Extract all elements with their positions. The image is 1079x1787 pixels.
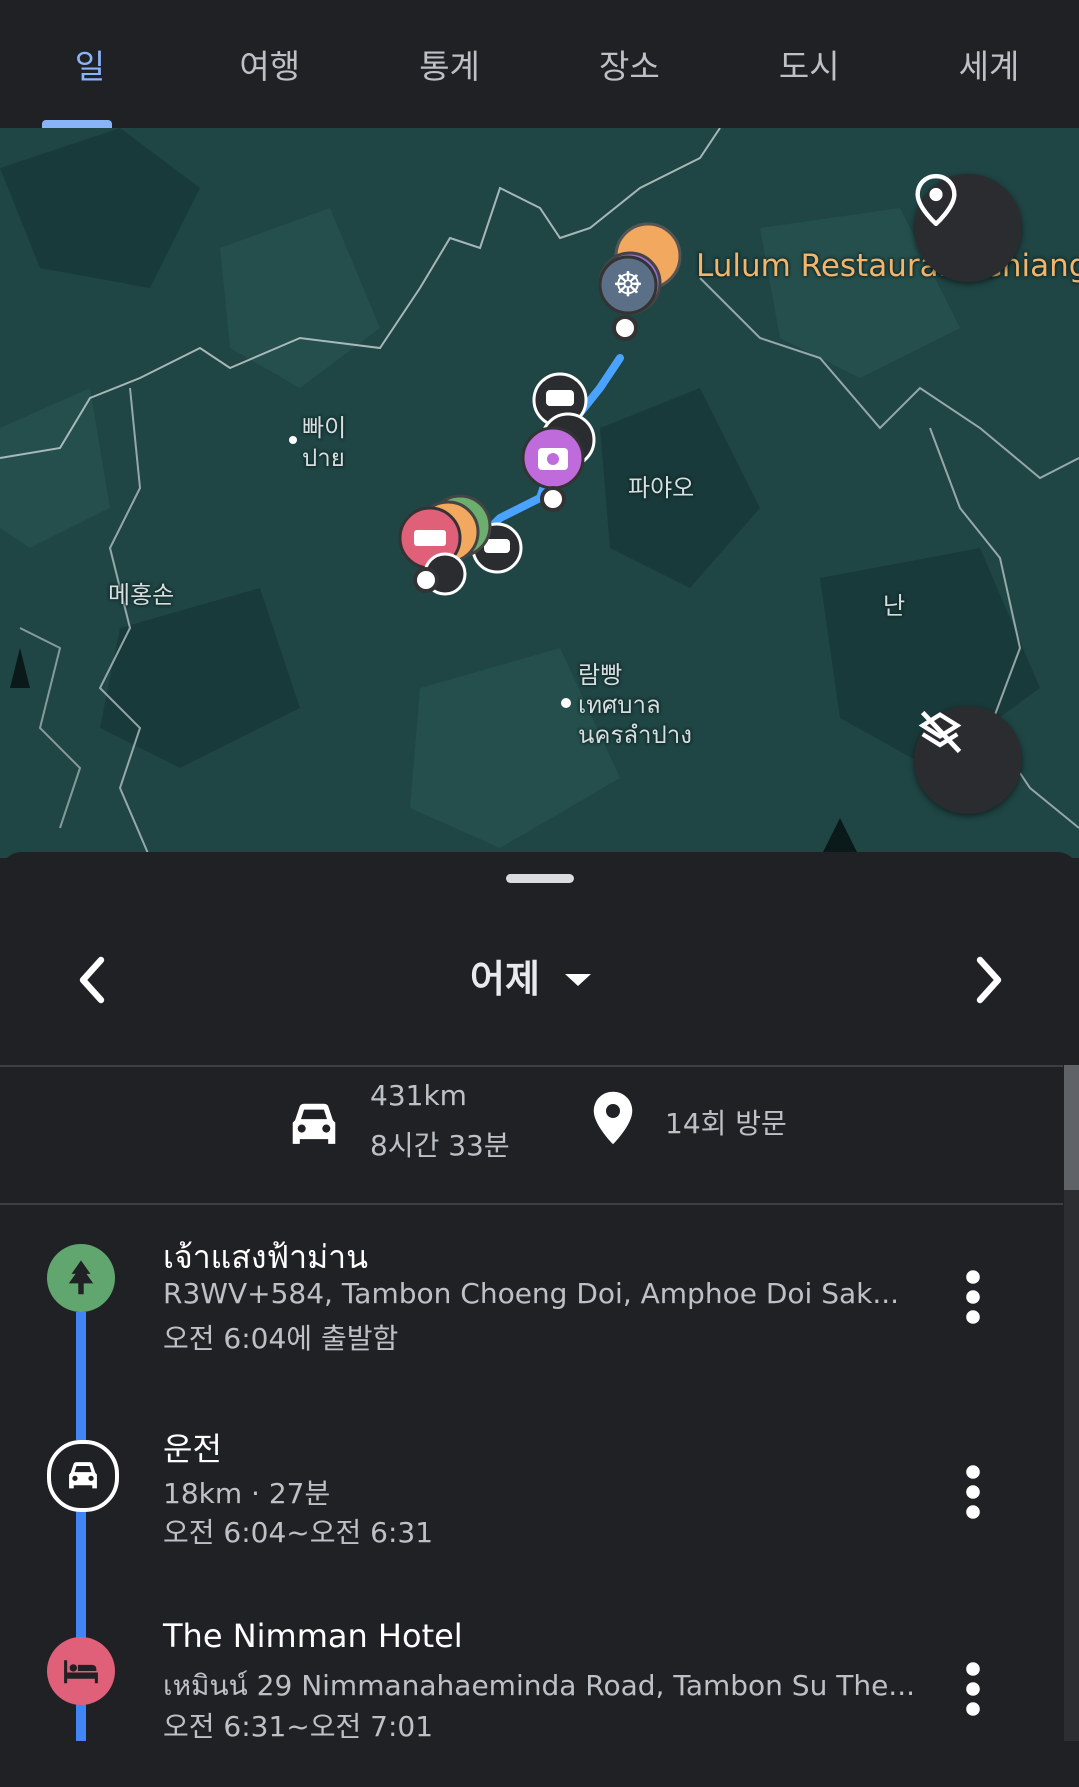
map-label-maehongson: 메홍손 <box>108 581 175 609</box>
poi-label-restaurant[interactable]: Lulum Restaurant Chiang <box>696 248 1079 284</box>
map-label-lampang-th1: เทศบาล <box>578 691 661 719</box>
tree-icon <box>68 1260 94 1295</box>
more-options-icon[interactable] <box>958 1659 988 1719</box>
entry-address: เหมินน์ 29 Nimmanahaeminda Road, Tambon … <box>163 1669 916 1702</box>
location-pin-icon <box>915 174 957 226</box>
map-view[interactable]: ☸ 빠이 ปาย 파야오 메홍손 난 람빵 เทศบาล นครลำปาง Lu… <box>0 128 1079 858</box>
entry-time: 오전 6:04에 출발함 <box>163 1322 399 1355</box>
entry-detail: 18km · 27분 <box>163 1477 331 1510</box>
summary-visits: 14회 방문 <box>665 1107 787 1140</box>
entry-title: เจ้าแสงฟ้าม่าน <box>163 1238 368 1276</box>
more-options-icon[interactable] <box>958 1462 988 1522</box>
chevron-right-icon[interactable] <box>965 950 1015 1010</box>
chevron-left-icon[interactable] <box>66 950 116 1010</box>
date-selector-row: 어제 <box>0 942 1079 1022</box>
tab-cities[interactable]: 도시 <box>729 40 889 88</box>
place-icon-badge <box>47 1637 115 1705</box>
entry-address: R3WV+584, Tambon Choeng Doi, Amphoe Doi … <box>163 1277 900 1310</box>
timeline-item-activity[interactable]: 운전 18km · 27분 오전 6:04~오전 6:31 <box>0 1412 1063 1592</box>
tab-day[interactable]: 일 <box>10 40 170 88</box>
svg-text:☸: ☸ <box>613 265 643 305</box>
place-icon-badge <box>47 1244 115 1312</box>
location-pin-icon <box>593 1091 633 1145</box>
tab-world[interactable]: 세계 <box>909 40 1069 88</box>
entry-time: 오전 6:04~오전 6:31 <box>163 1516 434 1549</box>
activity-icon-badge <box>47 1440 119 1512</box>
active-tab-indicator <box>42 120 112 128</box>
map-label-phayao: 파야오 <box>628 474 695 502</box>
entry-time: 오전 6:31~오전 7:01 <box>163 1710 434 1743</box>
car-icon <box>292 1103 336 1144</box>
layers-off-icon <box>918 710 962 754</box>
tab-trips[interactable]: 여행 <box>190 40 350 88</box>
bottom-sheet: 어제 431km 8시간 33분 14회 방문 เจ้าแสงฟ้าม่าน R… <box>0 852 1079 1743</box>
map-label-pai-ko: 빠이 <box>302 414 347 442</box>
day-summary: 431km 8시간 33분 14회 방문 <box>0 1067 1063 1212</box>
timeline-item-place[interactable]: เจ้าแสงฟ้าม่าน R3WV+584, Tambon Choeng D… <box>0 1222 1063 1402</box>
hotel-bed-icon <box>64 1660 98 1684</box>
car-icon <box>69 1462 97 1489</box>
chevron-down-icon[interactable] <box>563 972 593 988</box>
sheet-drag-handle[interactable] <box>506 874 574 883</box>
more-options-icon[interactable] <box>958 1267 988 1327</box>
entry-title: 운전 <box>163 1430 222 1468</box>
scrollbar-thumb[interactable] <box>1064 1065 1079 1190</box>
map-label-nan: 난 <box>883 592 906 620</box>
map-label-lampang-ko: 람빵 <box>578 661 623 689</box>
tab-places[interactable]: 장소 <box>549 40 709 88</box>
map-label-pai-th: ปาย <box>302 444 345 472</box>
divider-bottom <box>0 1203 1063 1205</box>
entry-title: The Nimman Hotel <box>163 1617 463 1655</box>
my-location-button[interactable] <box>914 174 1022 282</box>
map-label-lampang-th2: นครลำปาง <box>578 721 692 749</box>
layers-toggle-button[interactable] <box>914 706 1022 814</box>
top-tab-bar: 일 여행 통계 장소 도시 세계 <box>0 0 1079 128</box>
tab-stats[interactable]: 통계 <box>370 40 530 88</box>
summary-duration: 8시간 33분 <box>370 1129 510 1162</box>
summary-distance: 431km <box>370 1079 467 1112</box>
date-title[interactable]: 어제 <box>470 948 540 1003</box>
timeline-item-place[interactable]: The Nimman Hotel เหมินน์ 29 Nimmanahaemi… <box>0 1607 1063 1787</box>
